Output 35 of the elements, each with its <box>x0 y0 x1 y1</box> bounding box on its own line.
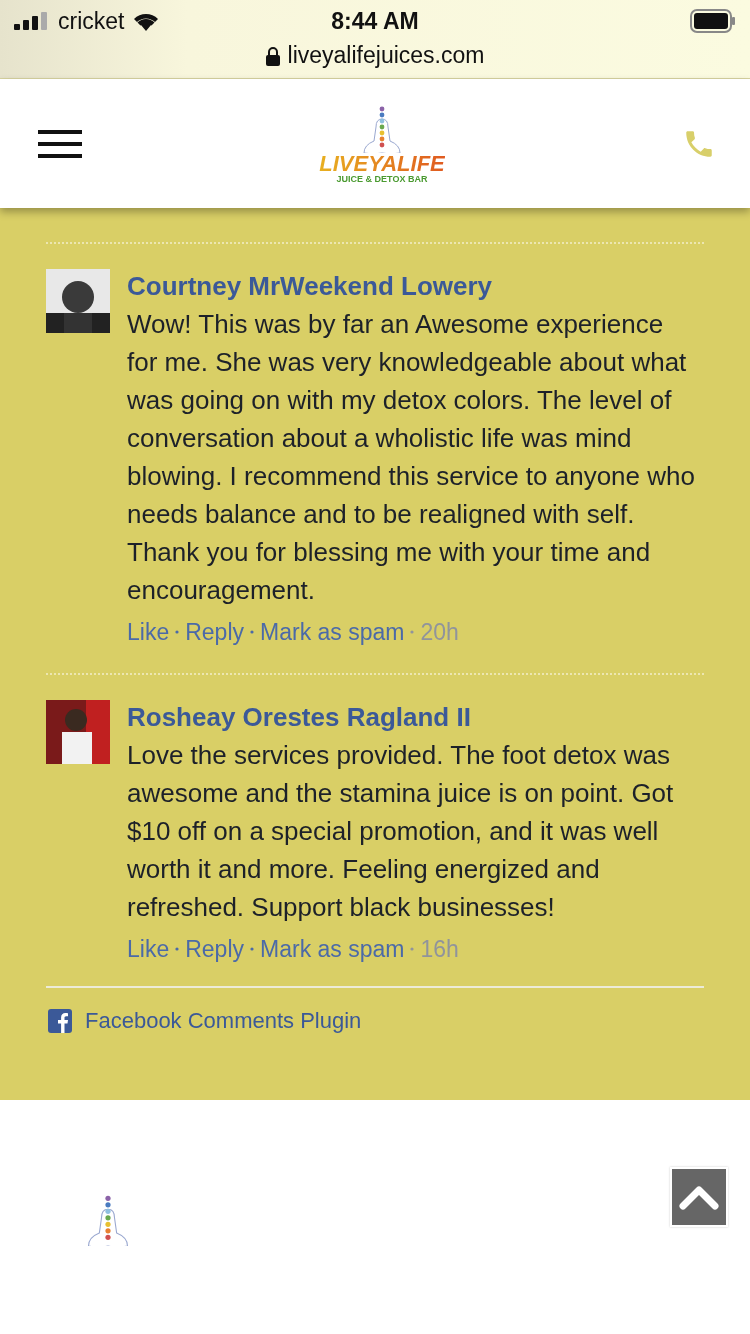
clock-time: 8:44 AM <box>331 7 419 35</box>
logo-tagline: JUICE & DETOX BAR <box>336 174 428 183</box>
facebook-icon <box>48 1009 72 1033</box>
comment-age: 16h <box>420 935 459 964</box>
scroll-to-top-button[interactable] <box>670 1167 728 1227</box>
carrier-name: cricket <box>58 7 125 35</box>
lock-icon <box>265 45 280 66</box>
separator-dot-icon <box>250 630 254 634</box>
wifi-icon <box>132 11 161 31</box>
separator-dot-icon <box>175 630 180 634</box>
comment-action-link[interactable]: Like <box>127 930 170 968</box>
comment-action-link[interactable]: Mark as spam <box>260 613 405 651</box>
comment-text: Love the services provided. The foot detox was awesome and the stamina juice is on point. Got $10 off on a special promotion, and it was well worth it and more. Feeling energized and refreshed. Support black businesses! <box>127 739 675 924</box>
menu-icon[interactable] <box>38 129 82 158</box>
battery-icon <box>690 9 736 33</box>
avatar <box>46 269 110 333</box>
chevron-up-icon <box>679 1184 719 1210</box>
plugin-link[interactable]: Facebook Comments Plugin <box>85 1008 362 1034</box>
meditating-figure-icon <box>86 1194 130 1246</box>
comment-action-link[interactable]: Like <box>127 613 170 651</box>
comment-action-link[interactable]: Reply <box>185 613 244 651</box>
separator-dot-icon <box>250 947 254 951</box>
comment-text: Wow! This was by far an Awesome experience for me. She was very knowledgeable about what was going on with my detox colors. The level of conversation about a wholistic life was mind blowing. I recommend this service to anyone who needs balance and to be realigned with self. Thank you for blessing me with your time and encouragement. <box>127 308 696 607</box>
avatar <box>46 700 110 764</box>
comment-author[interactable]: Rosheay Orestes Ragland II <box>127 698 699 736</box>
comment-action-link[interactable]: Reply <box>185 930 244 968</box>
comment-author[interactable]: Courtney MrWeekend Lowery <box>127 267 699 305</box>
comment-action-link[interactable]: Mark as spam <box>260 930 405 968</box>
meditating-figure-icon <box>362 104 402 153</box>
signal-icon <box>14 12 50 30</box>
separator-dot-icon <box>410 630 415 634</box>
separator-dot-icon <box>410 947 415 951</box>
address-bar-url[interactable]: liveyalifejuices.com <box>287 42 485 69</box>
comment-age: 20h <box>420 618 459 647</box>
separator-dot-icon <box>175 947 180 951</box>
